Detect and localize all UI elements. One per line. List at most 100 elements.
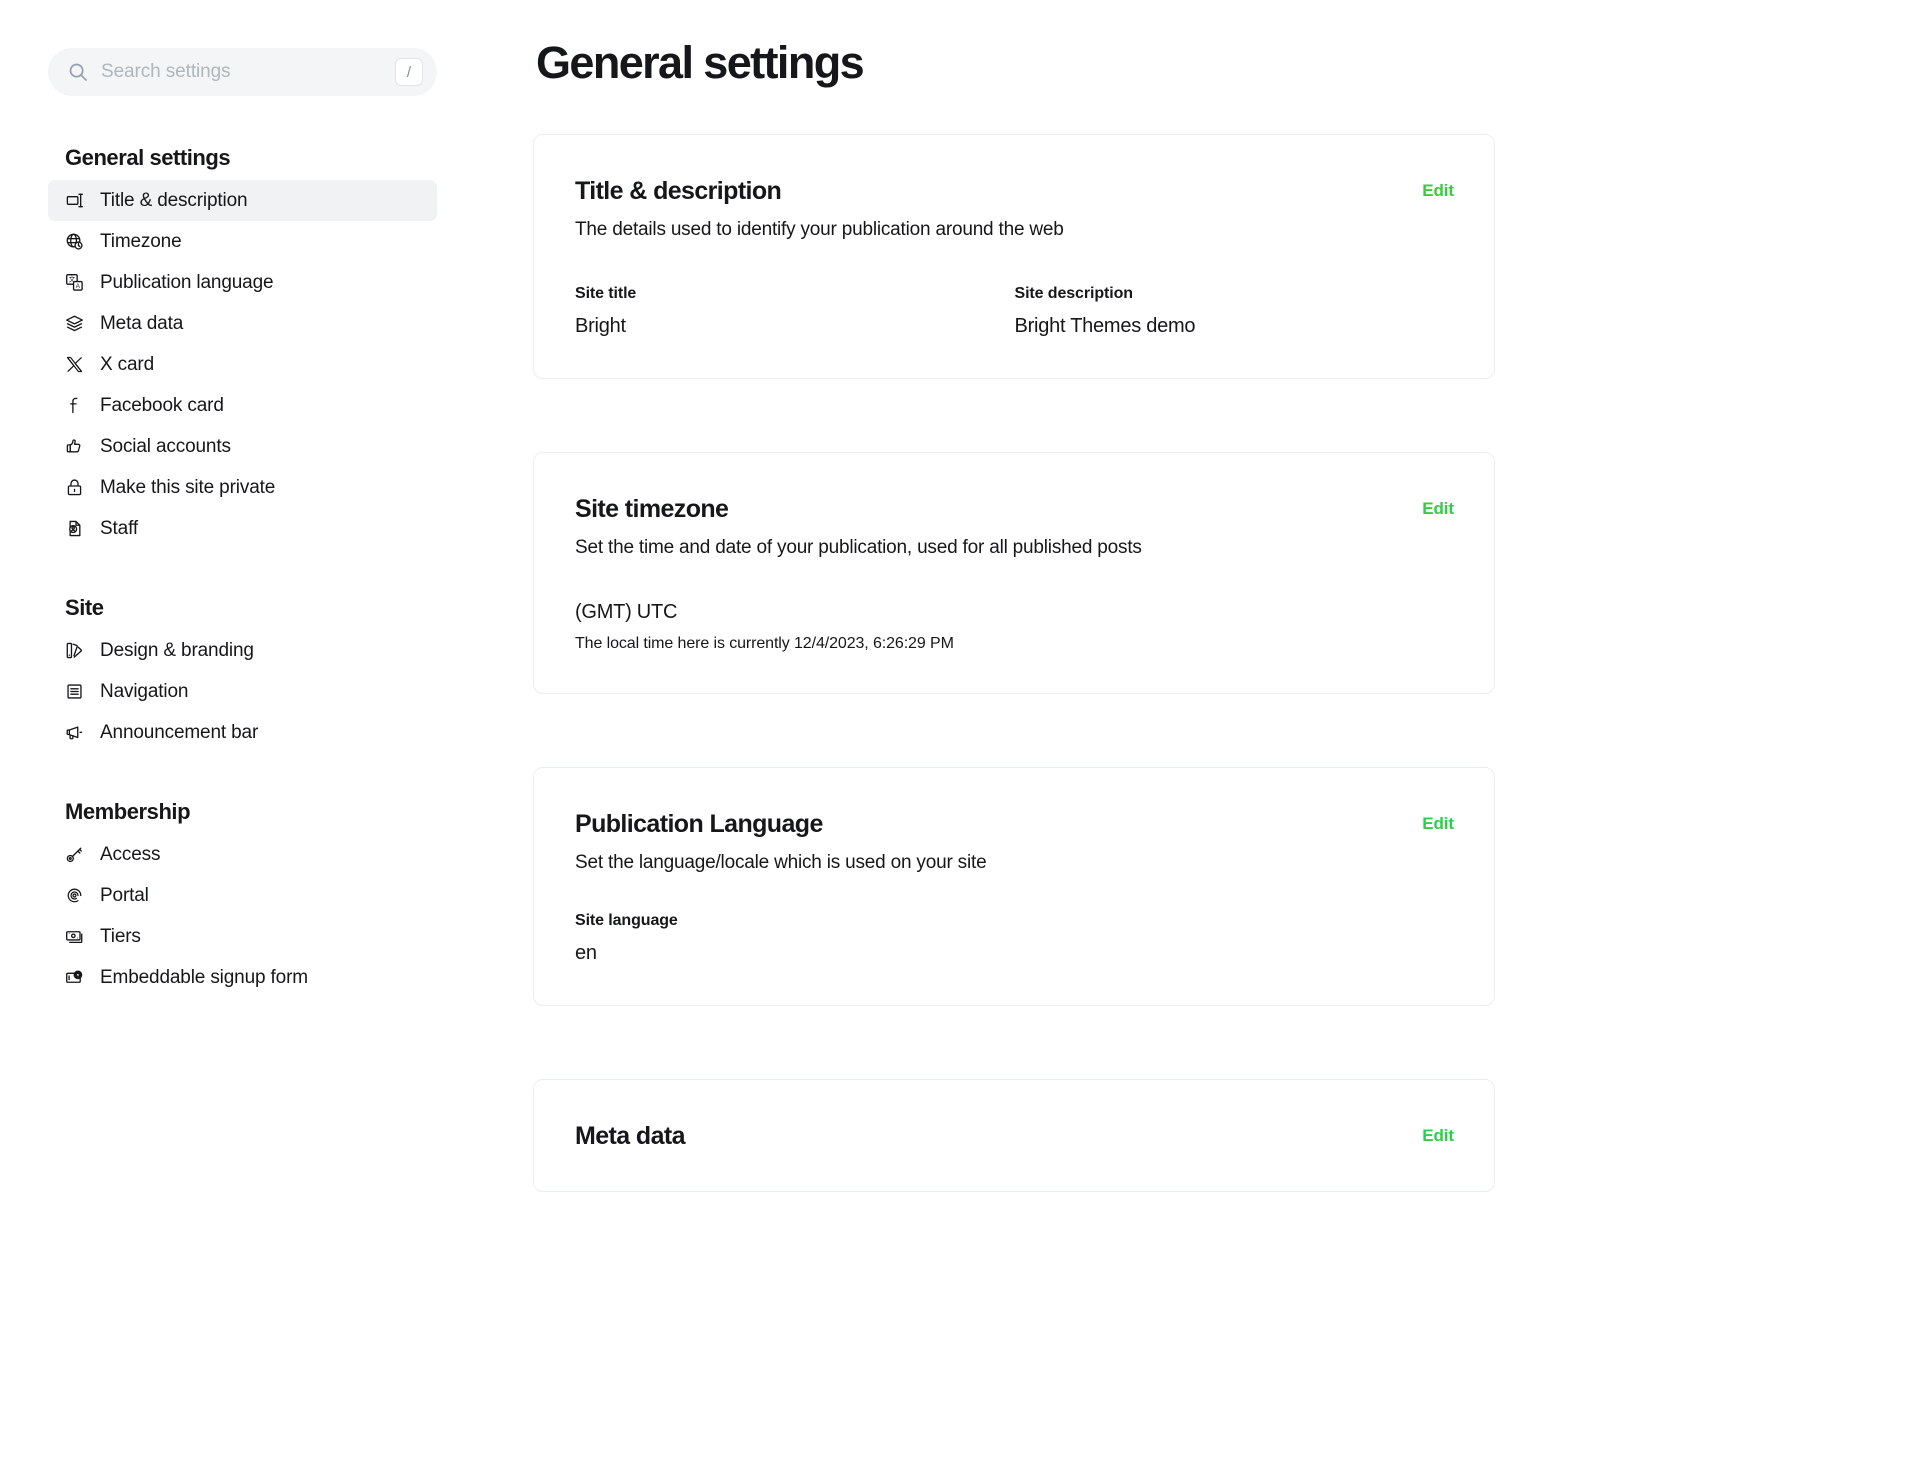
sidebar-item-staff[interactable]: Staff [48,508,437,549]
sidebar-item-embeddable-signup-form[interactable]: Embeddable signup form [48,957,437,998]
card-title: Title & description [575,176,782,205]
card-header: Meta data Edit [575,1121,1454,1151]
sidebar-item-label: X card [100,353,155,375]
sidebar-item-label: Publication language [100,271,274,293]
navigation-list-icon [65,682,84,701]
field-label: Site language [575,912,678,930]
card-publication-language: Publication Language Set the language/lo… [533,766,1495,1007]
field-site-description: Site description Bright Themes demo [1015,285,1455,338]
sidebar-item-label: Embeddable signup form [100,966,308,988]
sidebar-item-x-card[interactable]: X card [48,344,437,385]
field-value: en [575,942,597,965]
sidebar-item-label: Make this site private [100,476,276,498]
card-fields: Site title Bright Site description Brigh… [575,285,1454,338]
card-header-text: Meta data [575,1121,686,1151]
field-value: Bright Themes demo [1014,315,1196,338]
search-input[interactable] [101,61,395,83]
page-title: General settings [536,37,865,88]
sidebar-item-facebook-card[interactable]: Facebook card [48,385,437,426]
title-description-icon [65,191,84,210]
card-title: Meta data [575,1122,686,1151]
sidebar-item-label: Staff [100,517,138,539]
x-logo-icon [65,355,84,374]
settings-sidebar: / General settings Title & desc [0,0,533,1465]
card-fields: Site language en [575,912,1454,965]
globe-clock-icon [65,232,84,251]
edit-button-title-description[interactable]: Edit [1422,176,1454,202]
sidebar-item-design-branding[interactable]: Design & branding [48,630,437,671]
card-header: Site timezone Set the time and date of y… [575,494,1454,561]
card-description: The details used to identify your public… [575,218,1064,240]
thumbs-up-icon [65,437,84,456]
card-title: Site timezone [575,495,729,524]
nav-group-title: General settings [65,145,231,170]
layers-icon [65,314,84,333]
nav-group-membership: Membership Access Portal Tiers Embeddabl… [0,799,533,998]
card-header-text: Site timezone Set the time and date of y… [575,494,1142,561]
sidebar-item-social-accounts[interactable]: Social accounts [48,426,437,467]
search-settings-container: / [48,48,437,96]
sidebar-item-label: Title & description [100,189,248,211]
field-value: Bright [575,315,626,338]
sidebar-item-label: Access [100,843,161,865]
sidebar-item-timezone[interactable]: Timezone [48,221,437,262]
nav-group-site: Site Design & branding Navigation Announ… [0,595,533,753]
sidebar-item-announcement-bar[interactable]: Announcement bar [48,712,437,753]
staff-document-icon [65,519,84,538]
sidebar-item-label: Navigation [100,680,189,702]
field-label: Site description [1014,285,1134,303]
card-site-timezone: Site timezone Set the time and date of y… [533,452,1495,694]
embed-signup-icon [65,968,84,987]
sidebar-item-label: Tiers [100,925,141,947]
key-icon [65,845,84,864]
card-description: Set the language/locale which is used on… [575,851,987,873]
card-header: Title & description The details used to … [575,176,1454,243]
edit-button-timezone[interactable]: Edit [1422,494,1454,520]
sidebar-item-title-description[interactable]: Title & description [48,180,437,221]
settings-page: / General settings Title & desc [0,0,1920,1465]
edit-button-meta-data[interactable]: Edit [1422,1121,1454,1147]
translate-icon: 文 A [65,273,84,292]
card-meta-data: Meta data Edit [533,1079,1495,1193]
nav-group-general-settings: General settings Title & description Tim… [0,145,533,549]
sidebar-item-tiers[interactable]: Tiers [48,916,437,957]
card-header-text: Publication Language Set the language/lo… [575,809,987,876]
sidebar-item-label: Facebook card [100,394,224,416]
sidebar-item-access[interactable]: Access [48,834,437,875]
sidebar-item-label: Timezone [100,230,182,252]
settings-main: General settings Title & description The… [533,0,1920,1465]
sidebar-item-portal[interactable]: Portal [48,875,437,916]
facebook-icon [65,396,84,415]
sidebar-nav: General settings Title & description Tim… [0,145,533,998]
timezone-local-time: The local time here is currently 12/4/20… [575,634,954,652]
sidebar-item-label: Social accounts [100,435,231,457]
card-description: Set the time and date of your publicatio… [575,537,1142,559]
palette-icon [65,641,84,660]
sidebar-item-meta-data[interactable]: Meta data [48,303,437,344]
edit-button-language[interactable]: Edit [1422,809,1454,835]
search-icon [68,62,88,82]
sidebar-item-label: Meta data [100,312,184,334]
sidebar-item-publication-language[interactable]: 文 A Publication language [48,262,437,303]
sidebar-item-make-this-site-private[interactable]: Make this site private [48,467,437,508]
field-label: Site title [575,285,637,303]
sidebar-item-label: Announcement bar [100,721,259,743]
settings-cards: Title & description The details used to … [533,133,1495,1193]
timezone-value: (GMT) UTC [575,600,678,623]
portal-icon [65,886,84,905]
card-title-description: Title & description The details used to … [533,133,1495,380]
field-site-language: Site language en [575,912,1015,965]
sidebar-item-label: Portal [100,884,149,906]
nav-group-title: Site [65,595,104,620]
card-header: Publication Language Set the language/lo… [575,809,1454,876]
search-shortcut-badge: / [395,58,423,86]
megaphone-icon [65,723,84,742]
search-settings-box[interactable]: / [48,48,437,96]
card-header-text: Title & description The details used to … [575,176,1064,243]
card-title: Publication Language [575,809,823,838]
nav-group-title: Membership [65,799,191,824]
lock-icon [65,478,84,497]
sidebar-item-navigation[interactable]: Navigation [48,671,437,712]
field-site-title: Site title Bright [575,285,1015,338]
banknote-icon [65,927,84,946]
